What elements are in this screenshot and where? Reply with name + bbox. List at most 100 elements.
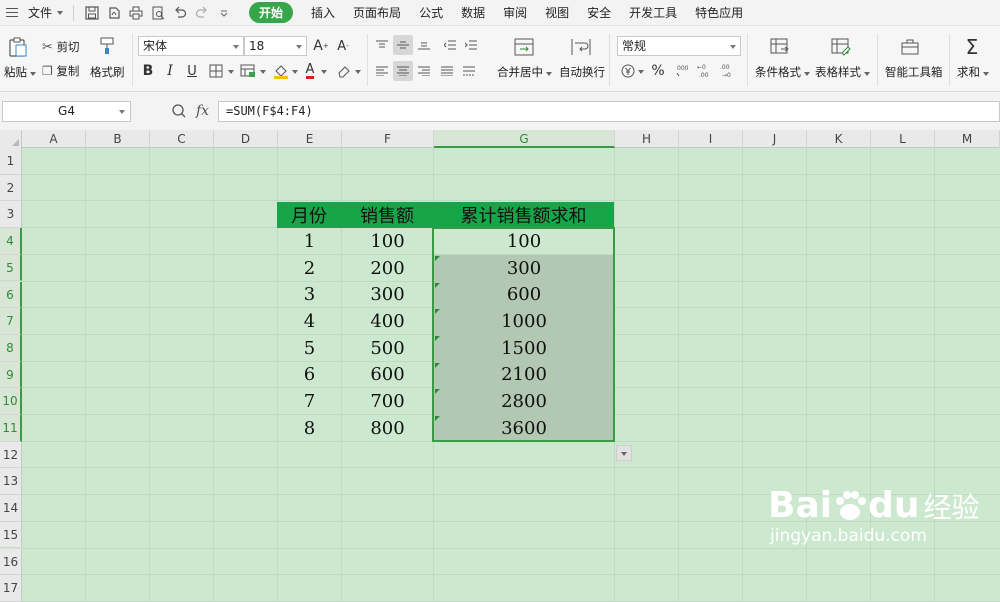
cell-sales[interactable]: 200	[342, 255, 433, 282]
row-header-9[interactable]: 9	[0, 361, 22, 389]
format-painter-icon[interactable]	[96, 35, 118, 57]
font-name-select[interactable]: 宋体	[138, 36, 244, 56]
row-header-4[interactable]: 4	[0, 228, 22, 255]
row-header-2[interactable]: 2	[0, 174, 22, 202]
row-header-11[interactable]: 11	[0, 415, 22, 442]
cell-month[interactable]: 7	[278, 388, 341, 415]
wrap-text-button[interactable]: 自动换行	[559, 64, 605, 80]
cut-button[interactable]: ✂ 剪切	[42, 39, 80, 55]
customize-toolbar-icon[interactable]	[214, 3, 234, 23]
number-format-select[interactable]: 常规	[617, 36, 741, 56]
cell-month[interactable]: 3	[278, 282, 341, 309]
row-header-16[interactable]: 16	[0, 548, 22, 576]
italic-button[interactable]: I	[160, 61, 180, 81]
table-style-button[interactable]: 表格样式	[815, 64, 870, 80]
format-painter-button[interactable]: 格式刷	[90, 64, 125, 80]
bold-button[interactable]: B	[138, 61, 158, 81]
column-header-a[interactable]: A	[22, 130, 86, 148]
row-header-5[interactable]: 5	[0, 254, 22, 282]
row-header-10[interactable]: 10	[0, 388, 22, 415]
justify-icon[interactable]	[437, 61, 457, 81]
tab-data[interactable]: 数据	[452, 0, 494, 26]
column-header-m[interactable]: M	[935, 130, 1000, 148]
cell-sales[interactable]: 700	[342, 388, 433, 415]
font-size-select[interactable]: 18	[244, 36, 307, 56]
column-header-l[interactable]: L	[871, 130, 935, 148]
tab-special-apps[interactable]: 特色应用	[686, 0, 752, 26]
font-color-icon[interactable]: A	[300, 61, 320, 81]
column-header-j[interactable]: J	[743, 130, 807, 148]
tab-page-layout[interactable]: 页面布局	[344, 0, 410, 26]
conditional-format-button[interactable]: 条件格式	[755, 64, 810, 80]
conditional-format-icon[interactable]	[768, 35, 792, 59]
row-header-14[interactable]: 14	[0, 495, 22, 522]
row-header-13[interactable]: 13	[0, 468, 22, 496]
tab-security[interactable]: 安全	[578, 0, 620, 26]
increase-indent-icon[interactable]	[461, 35, 481, 55]
redo-icon[interactable]	[192, 3, 212, 23]
column-header-h[interactable]: H	[615, 130, 679, 148]
paste-options-button[interactable]	[616, 445, 632, 461]
cell-sales[interactable]: 300	[342, 282, 433, 309]
merge-center-button[interactable]: 合并居中	[497, 64, 552, 80]
column-header-b[interactable]: B	[86, 130, 150, 148]
undo-icon[interactable]	[170, 3, 190, 23]
row-header-8[interactable]: 8	[0, 334, 22, 362]
table-style-icon[interactable]	[829, 35, 853, 59]
formula-input[interactable]: =SUM(F$4:F4)	[218, 101, 1000, 122]
cell-sales[interactable]: 600	[342, 362, 433, 389]
row-header-7[interactable]: 7	[0, 308, 22, 335]
tab-insert[interactable]: 插入	[302, 0, 344, 26]
decrease-indent-icon[interactable]	[440, 35, 460, 55]
row-header-12[interactable]: 12	[0, 441, 22, 469]
table-header-month[interactable]: 月份	[277, 202, 341, 228]
wrap-text-icon[interactable]	[569, 35, 593, 59]
column-header-i[interactable]: I	[679, 130, 743, 148]
spreadsheet-grid[interactable]: ABCDEFGHIJKLM 1 2 3 4 5 6 7 8 9 10 11 12 13 14 15 16 17 …	[0, 130, 1000, 602]
sum-icon[interactable]: Σ	[960, 35, 984, 59]
cell-month[interactable]: 1	[278, 228, 341, 255]
cell-month[interactable]: 6	[278, 362, 341, 389]
print-icon[interactable]	[126, 3, 146, 23]
column-header-d[interactable]: D	[214, 130, 278, 148]
column-header-f[interactable]: F	[342, 130, 434, 148]
cell-sales[interactable]: 400	[342, 308, 433, 335]
align-left-icon[interactable]	[372, 61, 392, 81]
cell-sales[interactable]: 800	[342, 415, 433, 442]
table-header-cumulative[interactable]: 累计销售额求和	[433, 202, 614, 228]
smart-toolbox-icon[interactable]	[898, 35, 922, 59]
row-header-3[interactable]: 3	[0, 201, 22, 229]
percent-button[interactable]: %	[648, 61, 668, 81]
paste-button[interactable]: 粘贴	[4, 64, 36, 80]
align-bottom-icon[interactable]	[414, 35, 434, 55]
tab-review[interactable]: 审阅	[494, 0, 536, 26]
cell-month[interactable]: 5	[278, 335, 341, 362]
sum-button[interactable]: 求和	[957, 64, 989, 80]
save-icon[interactable]	[82, 3, 102, 23]
row-header-15[interactable]: 15	[0, 521, 22, 549]
decrease-font-icon[interactable]: A-	[333, 36, 353, 56]
file-menu[interactable]: 文件	[24, 2, 67, 24]
row-header-6[interactable]: 6	[0, 281, 22, 309]
row-header-1[interactable]: 1	[0, 148, 22, 175]
align-top-icon[interactable]	[372, 35, 392, 55]
thousands-separator-icon[interactable]: 000	[672, 61, 692, 81]
insert-function-icon[interactable]: fx	[196, 103, 209, 119]
fill-color-icon[interactable]	[271, 61, 291, 81]
cell-sales[interactable]: 100	[342, 228, 433, 255]
paste-icon[interactable]	[6, 35, 30, 59]
tab-formulas[interactable]: 公式	[410, 0, 452, 26]
column-header-k[interactable]: K	[807, 130, 871, 148]
merge-center-icon[interactable]	[512, 35, 536, 59]
increase-decimal-icon[interactable]: ←0.00	[696, 61, 716, 81]
cell-style-icon[interactable]	[238, 61, 258, 81]
underline-button[interactable]: U	[182, 61, 202, 81]
row-header-17[interactable]: 17	[0, 575, 22, 602]
menu-icon[interactable]	[6, 7, 20, 18]
align-center-icon[interactable]	[393, 61, 413, 81]
clear-format-icon[interactable]	[334, 61, 354, 81]
print-preview-icon[interactable]	[148, 3, 168, 23]
smart-toolbox-button[interactable]: 智能工具箱	[885, 64, 943, 80]
export-pdf-icon[interactable]	[104, 3, 124, 23]
align-right-icon[interactable]	[414, 61, 434, 81]
